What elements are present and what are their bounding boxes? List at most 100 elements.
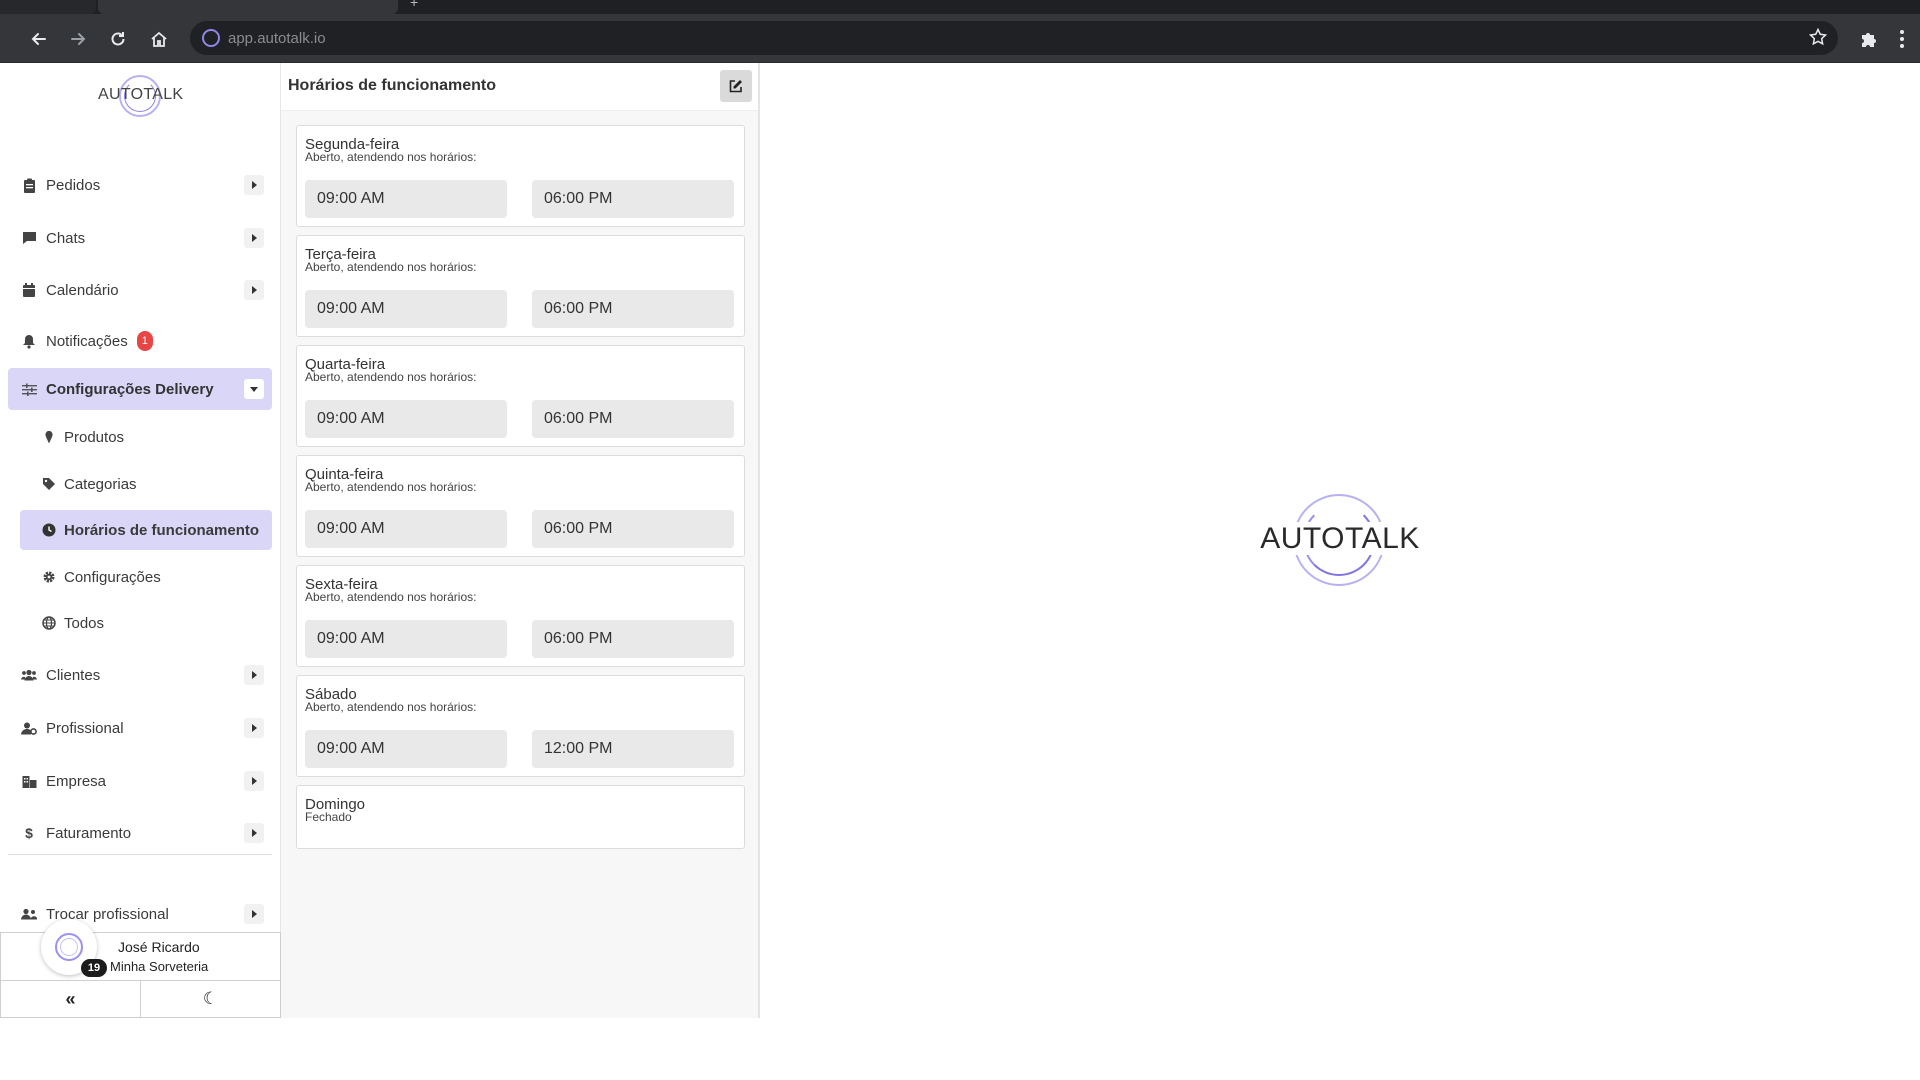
sidebar-footer: « ☾ [0, 980, 281, 1018]
puzzle-icon [1862, 33, 1876, 47]
chevron-right-icon[interactable] [244, 823, 264, 843]
schedule-panel: Horários de funcionamento Segunda-feira … [281, 63, 760, 1018]
edit-icon [729, 80, 742, 93]
sidebar-item-label: Clientes [46, 666, 101, 684]
url-text: app.autotalk.io [228, 30, 326, 47]
day-card-quinta: Quinta-feira Aberto, atendendo nos horár… [296, 455, 745, 557]
browser-menu-button[interactable] [1894, 28, 1910, 50]
close-time-field[interactable]: 06:00 PM [532, 400, 734, 438]
extensions-button[interactable] [1859, 28, 1881, 50]
browser-tab-inactive[interactable] [0, 0, 96, 14]
home-button[interactable] [148, 28, 170, 50]
browser-tab-active[interactable] [98, 0, 398, 14]
home-icon [151, 31, 167, 47]
sidebar-subitem-label: Todos [64, 614, 105, 632]
dark-mode-toggle[interactable]: ☾ [140, 981, 280, 1017]
user-name: José Ricardo [118, 939, 200, 955]
open-time-field[interactable]: 09:00 AM [305, 400, 507, 438]
sidebar-item-clientes[interactable]: Clientes [8, 654, 272, 696]
clipboard-icon [12, 178, 46, 193]
sidebar-item-label: Calendário [46, 281, 119, 299]
sidebar-item-label: Chats [46, 229, 86, 247]
close-time-field[interactable]: 06:00 PM [532, 180, 734, 218]
edit-button[interactable] [720, 70, 752, 102]
sliders-icon [12, 383, 46, 396]
close-time-field[interactable]: 06:00 PM [532, 510, 734, 548]
close-time-field[interactable]: 12:00 PM [532, 730, 734, 768]
building-icon [12, 775, 46, 788]
address-bar[interactable]: app.autotalk.io [190, 21, 1838, 55]
day-card-sabado: Sábado Aberto, atendendo nos horários: 0… [296, 675, 745, 777]
forward-button[interactable] [67, 28, 89, 50]
open-time-field[interactable]: 09:00 AM [305, 290, 507, 328]
arrow-right-icon [71, 33, 86, 45]
sidebar-item-label: Faturamento [46, 824, 132, 842]
browser-toolbar: app.autotalk.io [0, 14, 1920, 63]
day-status: Aberto, atendendo nos horários: [305, 590, 477, 604]
close-time-field[interactable]: 06:00 PM [532, 290, 734, 328]
sidebar-item-calendario[interactable]: Calendário [8, 269, 272, 311]
sidebar-item-notificacoes[interactable]: Notificações 1 [8, 320, 272, 362]
calendar-icon [12, 282, 46, 298]
collapse-sidebar-button[interactable]: « [1, 981, 140, 1017]
chevron-right-icon[interactable] [244, 175, 264, 195]
day-card-segunda: Segunda-feira Aberto, atendendo nos horá… [296, 125, 745, 227]
sidebar-subitem-label: Horários de funcionamento [64, 521, 260, 539]
day-card-sexta: Sexta-feira Aberto, atendendo nos horári… [296, 565, 745, 667]
open-time-field[interactable]: 09:00 AM [305, 180, 507, 218]
sidebar-subitem-todos[interactable]: Todos [20, 603, 272, 643]
sidebar-subitem-horarios[interactable]: Horários de funcionamento [20, 510, 272, 550]
bookmark-star-icon[interactable] [1808, 27, 1828, 52]
chevron-right-icon[interactable] [244, 718, 264, 738]
chevron-right-icon[interactable] [244, 280, 264, 300]
sidebar-subitem-label: Produtos [64, 428, 125, 446]
reload-button[interactable] [107, 28, 129, 50]
clock-icon [34, 523, 64, 537]
day-status: Aberto, atendendo nos horários: [305, 150, 477, 164]
sidebar-item-pedidos[interactable]: Pedidos [8, 164, 272, 206]
sidebar-item-label: Configurações Delivery [46, 380, 214, 398]
chevron-right-icon[interactable] [244, 665, 264, 685]
day-status: Fechado [305, 810, 352, 824]
sidebar-item-configuracoes-delivery[interactable]: Configurações Delivery [8, 368, 272, 410]
chevron-right-icon[interactable] [244, 771, 264, 791]
bell-icon [12, 334, 46, 349]
tag-icon [34, 477, 64, 491]
sidebar-subitem-categorias[interactable]: Categorias [20, 464, 272, 504]
users-icon [12, 669, 46, 681]
open-time-field[interactable]: 09:00 AM [305, 620, 507, 658]
sidebar-item-profissional[interactable]: Profissional [8, 707, 272, 749]
chevron-right-icon[interactable] [244, 904, 264, 924]
panel-header: Horários de funcionamento [281, 63, 758, 111]
open-time-field[interactable]: 09:00 AM [305, 730, 507, 768]
back-button[interactable] [28, 28, 50, 50]
sidebar-item-label: Notificações [46, 332, 128, 350]
autotalk-logo[interactable]: AUTOTALK [98, 71, 183, 119]
close-time-field[interactable]: 06:00 PM [532, 620, 734, 658]
arrow-left-icon [31, 33, 46, 45]
chevron-down-icon[interactable] [244, 379, 264, 399]
chat-icon [12, 231, 46, 245]
sidebar-item-chats[interactable]: Chats [8, 217, 272, 259]
user-gear-icon [12, 722, 46, 735]
sidebar-item-label: Empresa [46, 772, 107, 790]
sidebar-subitem-configuracoes[interactable]: Configurações [20, 557, 272, 597]
sidebar-subitem-label: Categorias [64, 475, 137, 493]
day-card-domingo: Domingo Fechado [296, 785, 745, 849]
globe-icon [34, 616, 64, 630]
notification-count-badge: 1 [136, 331, 153, 351]
sidebar-item-empresa[interactable]: Empresa [8, 760, 272, 802]
sidebar-item-label: Pedidos [46, 176, 101, 194]
chevron-right-icon[interactable] [244, 228, 264, 248]
sidebar-item-label: Profissional [46, 719, 124, 737]
sidebar: AUTOTALK Pedidos Chats Calendário Notifi… [0, 63, 281, 1018]
day-card-terca: Terça-feira Aberto, atendendo nos horári… [296, 235, 745, 337]
sidebar-item-faturamento[interactable]: $ Faturamento [8, 812, 272, 854]
user-profile-card[interactable]: 19 José Ricardo Minha Sorveteria [0, 919, 281, 980]
day-card-quarta: Quarta-feira Aberto, atendendo nos horár… [296, 345, 745, 447]
open-time-field[interactable]: 09:00 AM [305, 510, 507, 548]
sidebar-subitem-produtos[interactable]: Produtos [20, 417, 272, 457]
new-tab-button[interactable]: + [410, 0, 418, 10]
day-status: Aberto, atendendo nos horários: [305, 370, 477, 384]
logo-large-text: AUTOTALK [1258, 522, 1422, 555]
